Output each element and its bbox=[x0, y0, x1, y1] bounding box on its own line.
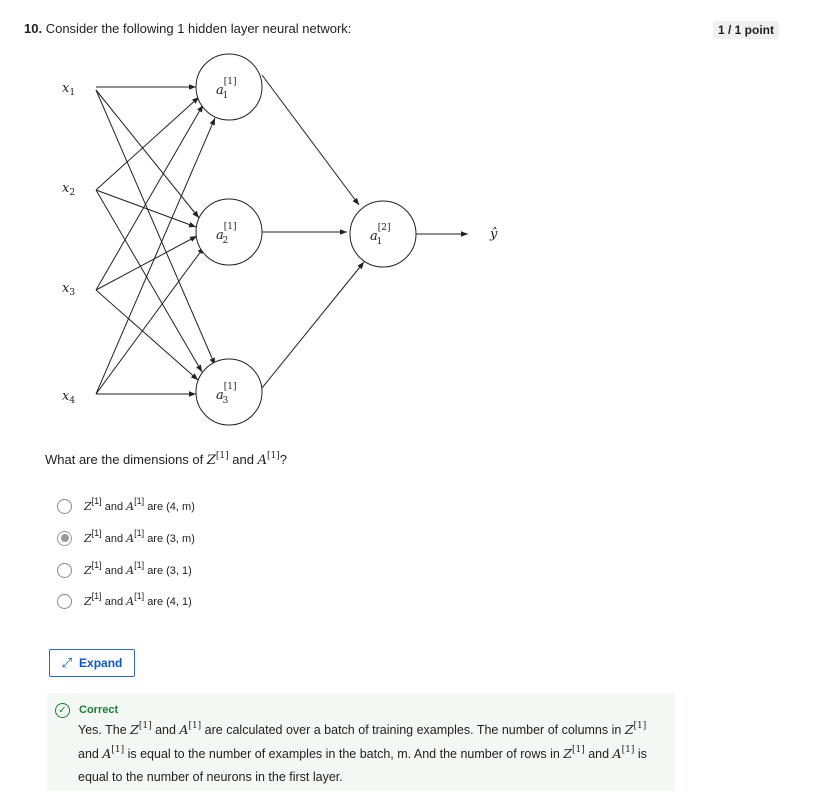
check-circle-icon: ✓ bbox=[55, 703, 70, 718]
feedback-panel: ✓ Correct Yes. The Z[1] and A[1] are cal… bbox=[47, 693, 675, 791]
feedback-status: Correct bbox=[79, 704, 119, 716]
option-label: Z[1] and A[1] are (3, m) bbox=[84, 527, 195, 545]
option-label: Z[1] and A[1] are (4, 1) bbox=[84, 590, 192, 608]
radio-button[interactable] bbox=[57, 562, 72, 578]
input-label-x2: x2 bbox=[62, 181, 75, 198]
radio-button[interactable] bbox=[57, 593, 72, 609]
prompt-text: What are the dimensions of bbox=[45, 452, 204, 467]
radio-button[interactable] bbox=[57, 498, 72, 514]
output-neuron bbox=[349, 200, 417, 268]
input-label-x3: x3 bbox=[62, 281, 75, 298]
feedback-explanation: Yes. The Z[1] and A[1] are calculated ov… bbox=[78, 721, 647, 784]
neuron-nodes bbox=[195, 53, 417, 426]
neural-network-diagram: x1 x2 x3 x4 a[1] 1 a[1] 2 a[1] 3 a[2] 1 ŷ bbox=[62, 53, 498, 426]
z-symbol: Z[1] bbox=[206, 451, 229, 468]
option-3-1[interactable]: Z[1] and A[1] are (3, 1) bbox=[57, 559, 192, 579]
option-4-1[interactable]: Z[1] and A[1] are (4, 1) bbox=[57, 590, 192, 610]
option-3-m[interactable]: Z[1] and A[1] are (3, m) bbox=[57, 527, 195, 547]
a-symbol: A[1] bbox=[257, 451, 280, 468]
expand-label: Expand bbox=[79, 656, 123, 670]
prompt-and: and bbox=[232, 452, 254, 467]
prediction-label: ŷ bbox=[489, 227, 498, 242]
hidden-neuron-2 bbox=[195, 198, 263, 266]
option-4-m[interactable]: Z[1] and A[1] are (4, m) bbox=[57, 495, 195, 515]
expand-arrows-icon: ⤢ bbox=[61, 655, 73, 670]
question-prompt: What are the dimensions of Z[1] and A[1]… bbox=[45, 451, 287, 468]
option-label: Z[1] and A[1] are (4, m) bbox=[84, 495, 195, 513]
input-label-x4: x4 bbox=[62, 389, 75, 406]
expand-button[interactable]: ⤢ Expand bbox=[49, 649, 135, 677]
hidden-neuron-1 bbox=[195, 53, 263, 121]
input-label-x1: x1 bbox=[62, 81, 75, 98]
radio-button-selected[interactable] bbox=[57, 530, 72, 546]
hidden-neuron-3 bbox=[195, 358, 263, 426]
option-label: Z[1] and A[1] are (3, 1) bbox=[84, 559, 192, 577]
